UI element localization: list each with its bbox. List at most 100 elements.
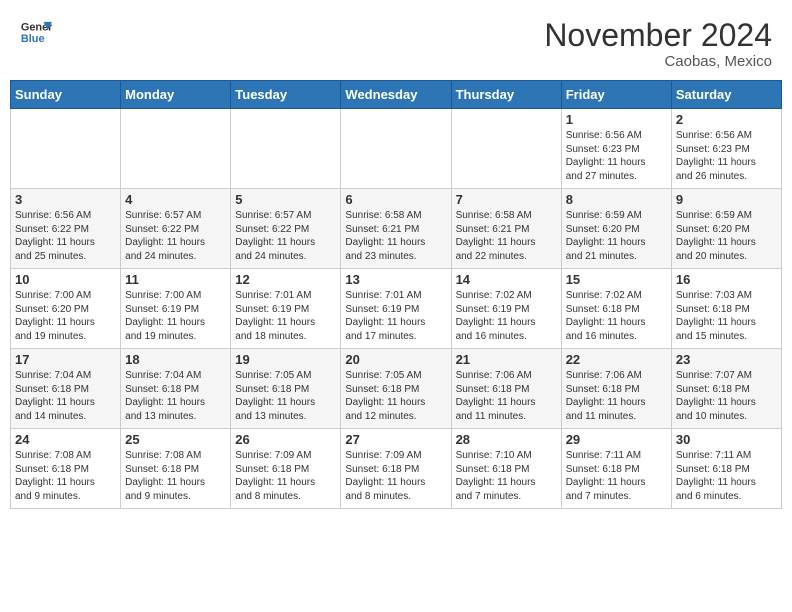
table-cell: [341, 109, 451, 189]
table-cell: 24Sunrise: 7:08 AM Sunset: 6:18 PM Dayli…: [11, 429, 121, 509]
day-info: Sunrise: 7:11 AM Sunset: 6:18 PM Dayligh…: [566, 449, 667, 503]
table-cell: 15 Sunrise: 7:02 AM Sunset: 6:18 PM Dayli…: [561, 269, 671, 349]
logo-icon: General Blue: [20, 18, 52, 46]
day-info: Sunrise: 7:09 AM Sunset: 6:18 PM Dayligh…: [235, 449, 336, 503]
day-number: 23: [676, 352, 777, 367]
day-number: 8: [566, 192, 667, 207]
day-number: 14: [456, 272, 557, 287]
weekday-header-friday: Friday: [561, 81, 671, 109]
table-cell: 27 Sunrise: 7:09 AM Sunset: 6:18 PM Dayli…: [341, 429, 451, 509]
day-info: Sunrise: 7:00 AM Sunset: 6:19 PM Dayligh…: [125, 289, 226, 343]
week-row-5: 24Sunrise: 7:08 AM Sunset: 6:18 PM Dayli…: [11, 429, 782, 509]
table-cell: 20Sunrise: 7:05 AM Sunset: 6:18 PM Dayli…: [341, 349, 451, 429]
table-cell: [451, 109, 561, 189]
day-number: 18: [125, 352, 226, 367]
calendar-table: SundayMondayTuesdayWednesdayThursdayFrid…: [10, 80, 782, 509]
table-cell: 28Sunrise: 7:10 AM Sunset: 6:18 PM Dayli…: [451, 429, 561, 509]
page-header: General Blue November 2024 Caobas, Mexic…: [10, 10, 782, 74]
table-cell: 23Sunrise: 7:07 AM Sunset: 6:18 PM Dayli…: [671, 349, 781, 429]
day-number: 17: [15, 352, 116, 367]
logo: General Blue: [20, 18, 52, 46]
day-number: 15: [566, 272, 667, 287]
day-info: Sunrise: 7:06 AM Sunset: 6:18 PM Dayligh…: [566, 369, 667, 423]
day-info: Sunrise: 7:09 AM Sunset: 6:18 PM Dayligh…: [345, 449, 446, 503]
weekday-header-monday: Monday: [121, 81, 231, 109]
day-info: Sunrise: 7:01 AM Sunset: 6:19 PM Dayligh…: [345, 289, 446, 343]
day-info: Sunrise: 6:59 AM Sunset: 6:20 PM Dayligh…: [676, 209, 777, 263]
day-info: Sunrise: 7:05 AM Sunset: 6:18 PM Dayligh…: [345, 369, 446, 423]
table-cell: 30 Sunrise: 7:11 AM Sunset: 6:18 PM Dayli…: [671, 429, 781, 509]
table-cell: 13 Sunrise: 7:01 AM Sunset: 6:19 PM Dayli…: [341, 269, 451, 349]
day-number: 30: [676, 432, 777, 447]
table-cell: 26 Sunrise: 7:09 AM Sunset: 6:18 PM Dayli…: [231, 429, 341, 509]
day-number: 25: [125, 432, 226, 447]
day-info: Sunrise: 7:11 AM Sunset: 6:18 PM Dayligh…: [676, 449, 777, 503]
table-cell: 25 Sunrise: 7:08 AM Sunset: 6:18 PM Dayli…: [121, 429, 231, 509]
day-number: 19: [235, 352, 336, 367]
weekday-header-tuesday: Tuesday: [231, 81, 341, 109]
day-info: Sunrise: 6:58 AM Sunset: 6:21 PM Dayligh…: [456, 209, 557, 263]
table-cell: [231, 109, 341, 189]
day-info: Sunrise: 6:56 AM Sunset: 6:23 PM Dayligh…: [566, 129, 667, 183]
day-number: 4: [125, 192, 226, 207]
week-row-1: 1Sunrise: 6:56 AM Sunset: 6:23 PM Daylig…: [11, 109, 782, 189]
weekday-header-thursday: Thursday: [451, 81, 561, 109]
day-info: Sunrise: 7:05 AM Sunset: 6:18 PM Dayligh…: [235, 369, 336, 423]
table-cell: 10 Sunrise: 7:00 AM Sunset: 6:20 PM Dayli…: [11, 269, 121, 349]
table-cell: [121, 109, 231, 189]
day-number: 13: [345, 272, 446, 287]
day-number: 28: [456, 432, 557, 447]
table-cell: 4Sunrise: 6:57 AM Sunset: 6:22 PM Daylig…: [121, 189, 231, 269]
day-info: Sunrise: 6:59 AM Sunset: 6:20 PM Dayligh…: [566, 209, 667, 263]
table-cell: 14Sunrise: 7:02 AM Sunset: 6:19 PM Dayli…: [451, 269, 561, 349]
table-cell: 1Sunrise: 6:56 AM Sunset: 6:23 PM Daylig…: [561, 109, 671, 189]
week-row-4: 17 Sunrise: 7:04 AM Sunset: 6:18 PM Dayli…: [11, 349, 782, 429]
table-cell: 2 Sunrise: 6:56 AM Sunset: 6:23 PM Daylig…: [671, 109, 781, 189]
day-number: 10: [15, 272, 116, 287]
svg-text:Blue: Blue: [21, 33, 45, 45]
day-info: Sunrise: 7:02 AM Sunset: 6:18 PM Dayligh…: [566, 289, 667, 343]
day-number: 3: [15, 192, 116, 207]
table-cell: 19 Sunrise: 7:05 AM Sunset: 6:18 PM Dayli…: [231, 349, 341, 429]
day-number: 5: [235, 192, 336, 207]
day-info: Sunrise: 6:56 AM Sunset: 6:22 PM Dayligh…: [15, 209, 116, 263]
weekday-header-wednesday: Wednesday: [341, 81, 451, 109]
day-info: Sunrise: 7:00 AM Sunset: 6:20 PM Dayligh…: [15, 289, 116, 343]
table-cell: 3 Sunrise: 6:56 AM Sunset: 6:22 PM Daylig…: [11, 189, 121, 269]
day-number: 9: [676, 192, 777, 207]
day-number: 7: [456, 192, 557, 207]
table-cell: 5 Sunrise: 6:57 AM Sunset: 6:22 PM Daylig…: [231, 189, 341, 269]
month-title: November 2024: [544, 18, 772, 53]
day-info: Sunrise: 6:58 AM Sunset: 6:21 PM Dayligh…: [345, 209, 446, 263]
day-number: 29: [566, 432, 667, 447]
table-cell: [11, 109, 121, 189]
title-block: November 2024 Caobas, Mexico: [544, 18, 772, 70]
day-info: Sunrise: 6:56 AM Sunset: 6:23 PM Dayligh…: [676, 129, 777, 183]
weekday-header-sunday: Sunday: [11, 81, 121, 109]
table-cell: 17Sunrise: 7:04 AM Sunset: 6:18 PM Dayli…: [11, 349, 121, 429]
day-number: 2: [676, 112, 777, 127]
week-row-2: 3 Sunrise: 6:56 AM Sunset: 6:22 PM Daylig…: [11, 189, 782, 269]
day-number: 27: [345, 432, 446, 447]
day-info: Sunrise: 7:01 AM Sunset: 6:19 PM Dayligh…: [235, 289, 336, 343]
day-number: 12: [235, 272, 336, 287]
day-info: Sunrise: 7:08 AM Sunset: 6:18 PM Dayligh…: [15, 449, 116, 503]
table-cell: 12 Sunrise: 7:01 AM Sunset: 6:19 PM Dayli…: [231, 269, 341, 349]
table-cell: 16Sunrise: 7:03 AM Sunset: 6:18 PM Dayli…: [671, 269, 781, 349]
table-cell: 21Sunrise: 7:06 AM Sunset: 6:18 PM Dayli…: [451, 349, 561, 429]
day-info: Sunrise: 7:08 AM Sunset: 6:18 PM Dayligh…: [125, 449, 226, 503]
day-info: Sunrise: 7:04 AM Sunset: 6:18 PM Dayligh…: [125, 369, 226, 423]
table-cell: 8 Sunrise: 6:59 AM Sunset: 6:20 PM Daylig…: [561, 189, 671, 269]
location: Caobas, Mexico: [544, 53, 772, 70]
day-info: Sunrise: 6:57 AM Sunset: 6:22 PM Dayligh…: [235, 209, 336, 263]
table-cell: 18 Sunrise: 7:04 AM Sunset: 6:18 PM Dayli…: [121, 349, 231, 429]
day-number: 6: [345, 192, 446, 207]
day-number: 16: [676, 272, 777, 287]
table-cell: 9 Sunrise: 6:59 AM Sunset: 6:20 PM Daylig…: [671, 189, 781, 269]
day-number: 21: [456, 352, 557, 367]
day-number: 11: [125, 272, 226, 287]
table-cell: 6 Sunrise: 6:58 AM Sunset: 6:21 PM Daylig…: [341, 189, 451, 269]
day-number: 26: [235, 432, 336, 447]
table-cell: 22Sunrise: 7:06 AM Sunset: 6:18 PM Dayli…: [561, 349, 671, 429]
weekday-header-row: SundayMondayTuesdayWednesdayThursdayFrid…: [11, 81, 782, 109]
